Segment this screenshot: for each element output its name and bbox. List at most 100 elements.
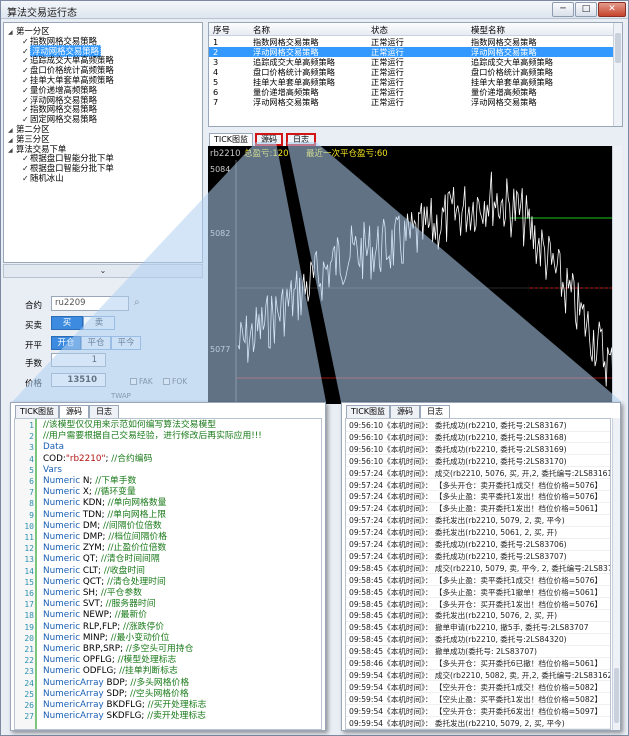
code-token: //收盘时间 <box>103 565 145 576</box>
code-token: Data <box>43 442 65 453</box>
table-row[interactable]: 1 指数网格交易策略 正常运行 指数网格交易策略 <box>209 37 614 47</box>
code-token: //该模型仅仅用来示范如何编写算法交易模型 <box>43 420 217 430</box>
tree-item[interactable]: ✓随机冰山 <box>22 173 64 183</box>
code-token: SKDFLG; <box>103 711 148 722</box>
code-token: Numeric <box>43 588 81 598</box>
minimize-icon[interactable]: ─ <box>552 2 574 17</box>
log-entry: 09:59:54《本机时间》： 委托发出(rb2210, 5079, 2, 买,… <box>346 718 610 729</box>
table-cell: 3 <box>213 57 219 67</box>
col-index: 序号 <box>213 26 231 36</box>
close-today-button[interactable]: 平今 <box>111 336 141 350</box>
code-text: Numeric QT; //清仓时间间隔 <box>43 554 160 565</box>
line-number: 14 <box>24 566 34 576</box>
tab-source[interactable]: 源码 <box>255 133 283 146</box>
close-button[interactable]: 平仓 <box>81 336 111 350</box>
tab-log[interactable]: 日志 <box>89 405 119 418</box>
code-text: Numeric CLT; //收盘时间 <box>43 566 145 577</box>
code-token: Numeric <box>43 632 81 643</box>
sell-button[interactable]: 卖 <box>83 316 115 330</box>
table-header: 序号 名称 状态 模型名称 <box>209 23 614 36</box>
tab-tick-monitor[interactable]: TICK图监控 <box>15 405 59 428</box>
qty-stepper[interactable]: 1 <box>51 353 106 367</box>
tree-group[interactable]: ◢ 算法交易下单 <box>8 144 66 154</box>
code-token: DMP; <box>80 532 109 542</box>
code-editor[interactable]: 1 //该模型仅仅用来示范如何编写算法交易模型 2 //用户需要根据自己交易经验，进行… <box>14 418 322 730</box>
tree-group[interactable]: ◢ 第二分区 <box>8 124 50 134</box>
log-scrollbar[interactable] <box>612 418 620 730</box>
scroll-thumb[interactable] <box>614 668 619 723</box>
table-row[interactable]: 6 量价递增高频策略 正常运行 量价递增高频策略 <box>209 87 614 97</box>
tree-item[interactable]: ✓指数网格交易策略 <box>22 104 97 114</box>
code-token: //清仓处理时间 <box>107 576 166 587</box>
table-row[interactable]: 3 追踪成交大单高频策略 正常运行 追踪成交大单高频策略 <box>209 57 614 67</box>
tree-item[interactable]: ✓浮动网格交易策略 <box>22 95 97 105</box>
code-token: //挂单判断标志 <box>119 666 178 677</box>
expand-icon[interactable]: ◢ <box>8 28 16 38</box>
price-stepper[interactable]: 13510 <box>51 373 106 387</box>
collapse-splitter[interactable]: ⌄ <box>3 264 203 278</box>
code-token: Numeric <box>43 576 81 587</box>
price-label: 价格 <box>25 379 43 389</box>
code-text: Vars <box>43 465 62 476</box>
tree-item[interactable]: ✓根据盘口智能分批下单 <box>22 163 114 173</box>
col-model: 模型名称 <box>471 26 506 36</box>
expand-icon[interactable]: ◢ <box>8 146 16 156</box>
maximize-icon[interactable]: □ <box>575 2 597 17</box>
buy-button[interactable]: 买 <box>51 316 83 330</box>
code-line: 7 Numeric X; //循环变量 <box>15 487 321 498</box>
tree-item[interactable]: ✓追踪成交大单高频策略 <box>22 55 114 65</box>
tree-item[interactable]: ✓盘口价格统计高频策略 <box>22 65 114 75</box>
table-cell: 正常运行 <box>371 77 404 87</box>
table-scrollbar[interactable] <box>613 23 622 126</box>
code-line: 4 COD:"rb2210"; //合约编码 <box>15 454 321 465</box>
tab-tick-monitor[interactable]: TICK图监控 <box>346 405 390 428</box>
check-icon[interactable]: ✓ <box>22 174 30 184</box>
search-icon[interactable]: ⌕ <box>134 297 140 308</box>
code-token: CLT; <box>80 565 104 576</box>
contract-input[interactable]: ru2209 <box>51 296 129 311</box>
tree-item[interactable]: ✓挂单大单套单高频策略 <box>22 75 114 85</box>
tree-item-label: 量价递增高频策略 <box>30 84 97 95</box>
table-cell: 挂单大单套单高频策略 <box>253 77 335 87</box>
tab-source[interactable]: 源码 <box>59 405 89 418</box>
code-token: Numeric <box>43 554 81 565</box>
open-button[interactable]: 开仓 <box>51 336 81 350</box>
tree-item[interactable]: ✓固定网格交易策略 <box>22 114 97 124</box>
tree-item[interactable]: ✓根据盘口智能分批下单 <box>22 153 114 163</box>
code-token: SVT; <box>80 599 106 610</box>
log-entry: 09:57:24《本机时间》： 【多头止盈：卖开委托1发出！档位价格=5061】 <box>346 503 610 515</box>
fok-checkbox[interactable]: FOK <box>163 377 187 386</box>
code-text: Numeric ZYM; //止盈价位倍数 <box>43 543 166 554</box>
tree-item-label: 根据盘口智能分批下单 <box>30 153 114 164</box>
scroll-thumb[interactable] <box>615 33 621 63</box>
code-line: 6 Numeric N; //下单手数 <box>15 476 321 487</box>
code-line: 24 NumericArray BDP; //多头网格价格 <box>15 678 321 689</box>
tab-log[interactable]: 日志 <box>286 133 316 146</box>
tick-chart[interactable]: rb2210 总盈亏:120 最近一次平仓盈亏:60 5084 5082 507… <box>208 146 620 404</box>
fak-checkbox[interactable]: FAK <box>130 377 153 386</box>
tree-group[interactable]: ◢ 第一分区 <box>8 26 50 36</box>
code-line: 20 Numeric MINP; //最小变动价位 <box>15 633 321 644</box>
tab-source[interactable]: 源码 <box>390 405 420 418</box>
table-row[interactable]: 4 盘口价格统计高频策略 正常运行 盘口价格统计高频策略 <box>209 67 614 77</box>
chart-scrollbar[interactable] <box>612 146 622 404</box>
tab-log[interactable]: 日志 <box>420 405 450 418</box>
code-token: Numeric <box>43 666 81 677</box>
line-number: 26 <box>24 701 34 710</box>
code-text: Numeric N; //下单手数 <box>43 476 136 487</box>
tree-group[interactable]: ◢ 第三分区 <box>8 134 50 144</box>
last-close-profit-label: 最近一次平仓盈亏:60 <box>306 148 388 159</box>
line-number: 13 <box>24 555 34 565</box>
table-row[interactable]: 2 浮动网格交易策略 正常运行 浮动网格交易策略 <box>209 47 614 57</box>
tab-tick-monitor[interactable]: TICK图监控 <box>209 133 253 156</box>
table-row[interactable]: 7 浮动网格交易策略 正常运行 浮动网格交易策略 <box>209 97 614 107</box>
tree-item[interactable]: ✓量价递增高频策略 <box>22 85 97 95</box>
chevron-down-icon[interactable]: ⌄ <box>100 266 107 275</box>
line-number: 4 <box>29 454 34 464</box>
strategy-tree[interactable]: ◢ 第一分区 ✓指数网格交易策略 ✓ 浮动网格交易策略 ✓追踪成交大单高频策略 ✓盘口价格统… <box>3 22 203 263</box>
code-text: NumericArray BDP; //多头网格价格 <box>43 678 189 689</box>
close-icon[interactable]: ✕ <box>598 2 626 17</box>
tree-item[interactable]: ✓浮动网格交易策略 <box>22 44 101 57</box>
table-row[interactable]: 5 挂单大单套单高频策略 正常运行 挂单大单套单高频策略 <box>209 77 614 87</box>
log-entry: 09:56:10《本机时间》： 委托成功(rb2210, 委托号:2LS8316… <box>346 444 610 456</box>
